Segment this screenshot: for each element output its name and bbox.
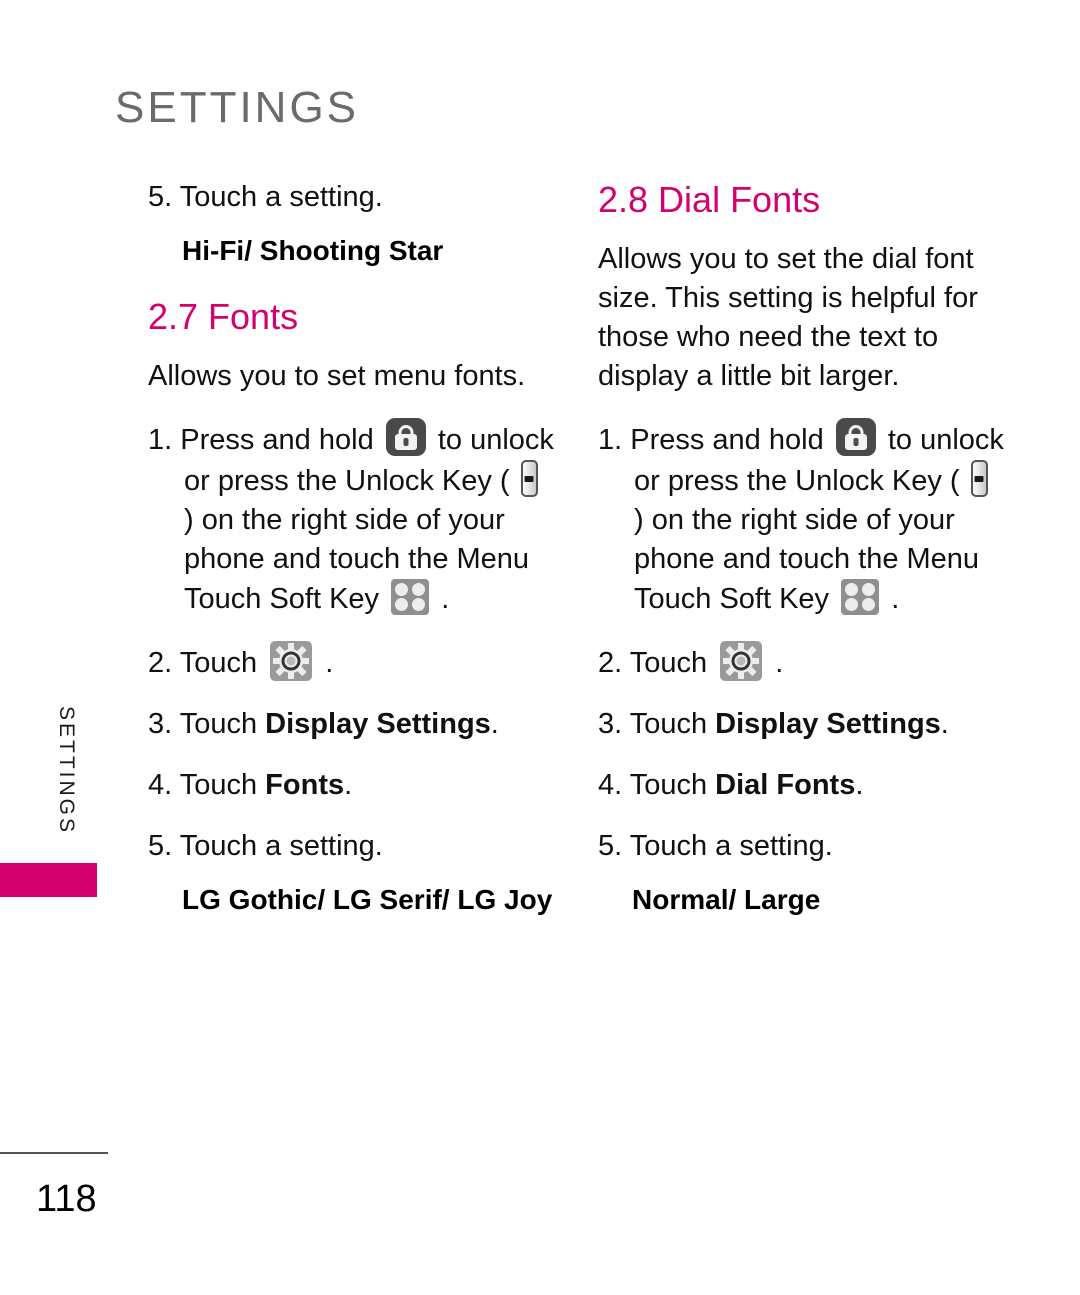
dial-fonts-step-4-prefix: 4. Touch <box>598 769 708 801</box>
page-title: SETTINGS <box>115 83 360 132</box>
left-column: 5. Touch a setting. Hi-Fi/ Shooting Star… <box>148 178 558 944</box>
dial-fonts-step-1-after-key: ) on the right side of your phone and to… <box>634 504 980 615</box>
continued-options: Hi-Fi/ Shooting Star <box>182 235 444 266</box>
dial-fonts-step-4-end: . <box>855 769 864 801</box>
fonts-options: LG Gothic/ LG Serif/ LG Joy <box>182 884 553 915</box>
fonts-step-1-prefix: 1. Press and hold <box>148 424 374 456</box>
fonts-step-3-bold: Display Settings <box>265 708 491 740</box>
lock-icon <box>385 418 426 456</box>
right-column: 2.8 Dial Fonts Allows you to set the dia… <box>598 178 1008 944</box>
unlock-key-icon <box>520 460 538 497</box>
fonts-step-1: 1. Press and hold to unlock or press the… <box>148 418 558 619</box>
fonts-step-4-end: . <box>344 769 353 801</box>
dial-fonts-step-3-bold: Display Settings <box>715 708 941 740</box>
side-tab-marker <box>0 863 97 897</box>
fonts-step-3-prefix: 3. Touch <box>148 708 258 740</box>
dial-fonts-step-3-prefix: 3. Touch <box>598 708 708 740</box>
menu-touch-soft-key-icon <box>841 579 880 615</box>
fonts-step-4-bold: Fonts <box>265 769 345 801</box>
unlock-key-icon <box>970 460 988 497</box>
dial-fonts-step-3: 3. Touch Display Settings. <box>598 705 1008 744</box>
fonts-intro: Allows you to set menu fonts. <box>148 360 526 392</box>
dial-fonts-options: Normal/ Large <box>632 884 821 915</box>
dial-fonts-step-1: 1. Press and hold to unlock or press the… <box>598 418 1008 619</box>
section-heading-fonts: 2.7 Fonts <box>148 296 299 337</box>
lock-icon <box>835 418 876 456</box>
dial-fonts-step-2-prefix: 2. Touch <box>598 647 708 679</box>
dial-fonts-step-2: 2. Touch . <box>598 641 1008 683</box>
fonts-step-3-end: . <box>490 708 499 740</box>
dial-fonts-step-1-prefix: 1. Press and hold <box>598 424 824 456</box>
page-number: 118 <box>36 1178 97 1220</box>
dial-fonts-step-4-bold: Dial Fonts <box>715 769 856 801</box>
side-tab-label: SETTINGS <box>55 706 78 836</box>
fonts-step-1-after-key: ) on the right side of your phone and to… <box>184 504 530 615</box>
dial-fonts-step-1-end: . <box>891 583 900 615</box>
continued-step-5: 5. Touch a setting. <box>148 181 383 213</box>
fonts-step-1-end: . <box>441 583 450 615</box>
fonts-step-3: 3. Touch Display Settings. <box>148 705 558 744</box>
fonts-step-2: 2. Touch . <box>148 641 558 683</box>
fonts-step-4: 4. Touch Fonts. <box>148 766 558 805</box>
fonts-step-5: 5. Touch a setting. <box>148 830 383 862</box>
fonts-step-4-prefix: 4. Touch <box>148 769 258 801</box>
fonts-step-2-prefix: 2. Touch <box>148 647 258 679</box>
footer-divider <box>0 1152 108 1154</box>
settings-gear-icon <box>720 641 763 681</box>
menu-touch-soft-key-icon <box>391 579 430 615</box>
dial-fonts-step-3-end: . <box>940 708 949 740</box>
fonts-step-2-end: . <box>325 647 334 679</box>
dial-fonts-intro: Allows you to set the dial font size. Th… <box>598 243 978 392</box>
dial-fonts-step-2-end: . <box>775 647 784 679</box>
dial-fonts-step-4: 4. Touch Dial Fonts. <box>598 766 1008 805</box>
dial-fonts-step-5: 5. Touch a setting. <box>598 830 833 862</box>
settings-gear-icon <box>270 641 313 681</box>
section-heading-dial-fonts: 2.8 Dial Fonts <box>598 179 821 220</box>
